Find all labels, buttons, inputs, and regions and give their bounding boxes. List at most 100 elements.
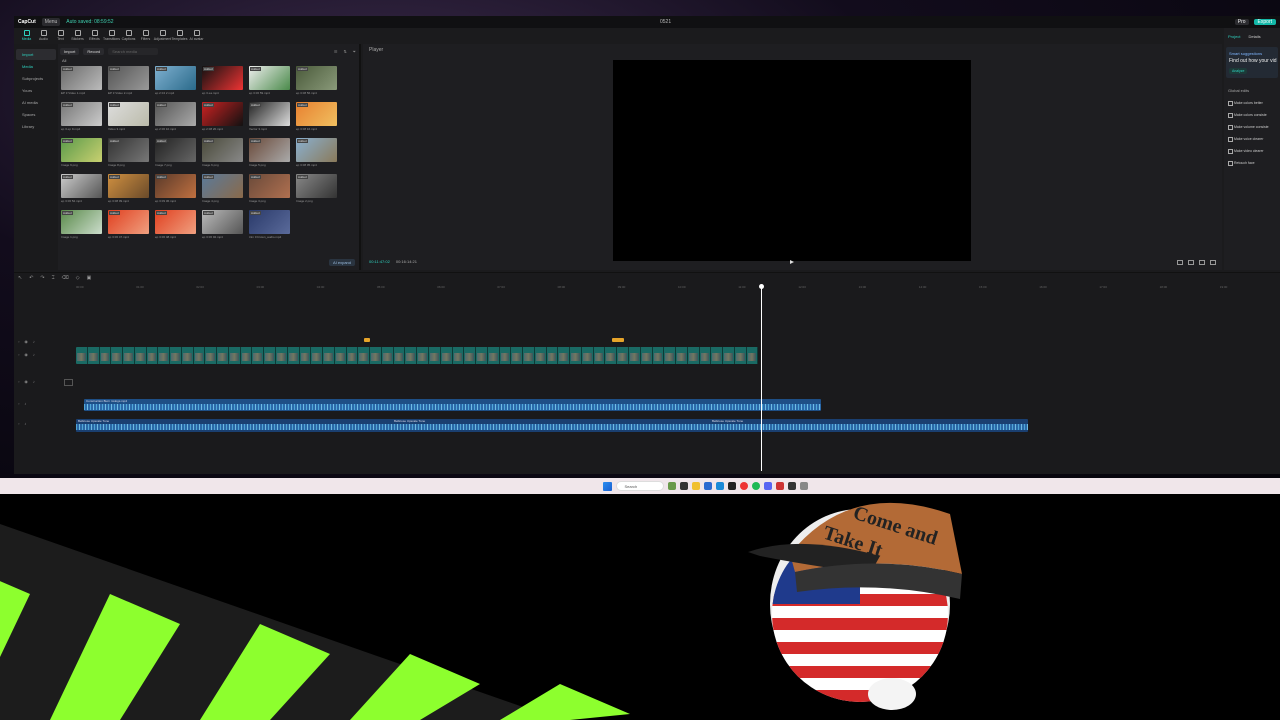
- video-clip[interactable]: [323, 347, 335, 364]
- record-button[interactable]: Record: [83, 47, 105, 55]
- cover-thumbnail[interactable]: [64, 379, 73, 386]
- global-edit-volume-consistent[interactable]: Make volume consiste: [1224, 121, 1280, 133]
- lock-icon[interactable]: ▫: [18, 352, 19, 357]
- video-clip[interactable]: [405, 347, 418, 364]
- tool-captions[interactable]: Captions: [120, 28, 137, 44]
- eye-icon[interactable]: ◉: [24, 339, 28, 344]
- media-thumbnail[interactable]: Added ep 3 06 48.mp4: [155, 210, 196, 239]
- video-clip[interactable]: [88, 347, 100, 364]
- timeline-marker[interactable]: [612, 338, 624, 342]
- video-clip[interactable]: [747, 347, 758, 364]
- video-clip[interactable]: [229, 347, 241, 364]
- media-thumbnail[interactable]: Added Vector 3.mp4: [249, 102, 290, 131]
- tool-effects[interactable]: Effects: [86, 28, 103, 44]
- sort-icon[interactable]: ⇅: [343, 49, 346, 54]
- video-clip[interactable]: [311, 347, 324, 364]
- video-clip[interactable]: [264, 347, 277, 364]
- media-thumbnail[interactable]: Added Image 4.png: [202, 174, 243, 203]
- video-clip[interactable]: [500, 347, 512, 364]
- video-clip[interactable]: [641, 347, 653, 364]
- main-video-track[interactable]: [76, 347, 758, 364]
- media-thumbnail[interactable]: Added Image 9.png: [61, 138, 102, 167]
- discord-icon[interactable]: [763, 482, 772, 490]
- media-thumbnail[interactable]: Added Image 6.png: [202, 138, 243, 167]
- video-clip[interactable]: [664, 347, 677, 364]
- select-tool-icon[interactable]: ↖: [18, 275, 22, 281]
- video-clip[interactable]: [535, 347, 547, 364]
- video-clip[interactable]: [194, 347, 206, 364]
- task-view-icon[interactable]: [679, 482, 688, 490]
- volume-icon[interactable]: ♪: [24, 401, 26, 406]
- tool-filters[interactable]: Filters: [137, 28, 154, 44]
- video-clip[interactable]: [676, 347, 688, 364]
- sidenav-import[interactable]: Import: [16, 49, 56, 60]
- video-clip[interactable]: [523, 347, 535, 364]
- media-filter-all[interactable]: All: [62, 58, 66, 63]
- app-icon[interactable]: [775, 482, 784, 490]
- mute-icon[interactable]: ♪: [33, 339, 35, 344]
- eye-icon[interactable]: ◉: [24, 352, 28, 357]
- timeline-marker[interactable]: [364, 338, 370, 342]
- undo-icon[interactable]: ↶: [29, 275, 33, 281]
- media-thumbnail[interactable]: Added ep 3 06 59.mp4: [249, 66, 290, 95]
- video-clip[interactable]: [653, 347, 665, 364]
- sidenav-yours[interactable]: Yours: [16, 85, 56, 96]
- ratio-icon[interactable]: [1177, 260, 1183, 265]
- sidenav-spaces[interactable]: Spaces: [16, 109, 56, 120]
- menu-button[interactable]: Menu: [41, 18, 61, 26]
- widgets-icon[interactable]: [667, 482, 676, 490]
- lock-icon[interactable]: ▫: [18, 339, 19, 344]
- video-clip[interactable]: [605, 347, 618, 364]
- media-thumbnail[interactable]: Added Image 2.png: [296, 174, 337, 203]
- media-thumbnail[interactable]: Added ep 3 ea.mp4: [202, 66, 243, 95]
- capcut-icon[interactable]: [727, 482, 736, 490]
- audio-clip-construction[interactable]: Construction Burn mxlogs.mp4: [84, 399, 821, 411]
- media-thumbnail[interactable]: Added ep 3 06 47.mp4: [108, 210, 149, 239]
- media-thumbnail[interactable]: Added ep 3 08 09.mp4: [108, 174, 149, 203]
- video-clip[interactable]: [111, 347, 124, 364]
- video-clip[interactable]: [288, 347, 300, 364]
- lock-icon[interactable]: ▫: [18, 379, 19, 384]
- media-thumbnail[interactable]: Added Image 3.png: [249, 174, 290, 203]
- sidenav-subprojects[interactable]: Subprojects: [16, 73, 56, 84]
- video-clip[interactable]: [511, 347, 524, 364]
- media-thumbnail[interactable]: Added Image 8.png: [108, 138, 149, 167]
- video-clip[interactable]: [135, 347, 147, 364]
- video-clip[interactable]: [547, 347, 559, 364]
- video-clip[interactable]: [147, 347, 159, 364]
- media-thumbnail[interactable]: Added EP 3 Video 2.mp4: [108, 66, 149, 95]
- video-clip[interactable]: [370, 347, 382, 364]
- video-clip[interactable]: [441, 347, 453, 364]
- video-clip[interactable]: [382, 347, 394, 364]
- video-clip[interactable]: [158, 347, 171, 364]
- ai-expand-button[interactable]: AI expand: [328, 259, 355, 266]
- video-clip[interactable]: [464, 347, 477, 364]
- spotify-icon[interactable]: [751, 482, 760, 490]
- video-clip[interactable]: [335, 347, 347, 364]
- video-clip[interactable]: [76, 347, 88, 364]
- video-clip[interactable]: [453, 347, 465, 364]
- analyze-button[interactable]: Analyze: [1229, 68, 1248, 74]
- tool-media[interactable]: Media: [18, 28, 35, 44]
- chrome-icon[interactable]: [739, 482, 748, 490]
- media-search-input[interactable]: Search media: [108, 47, 159, 55]
- lock-icon[interactable]: ▫: [18, 421, 19, 426]
- media-thumbnail[interactable]: Added ep 3 06 02.mp4: [202, 210, 243, 239]
- tool-adjustment[interactable]: Adjustment: [154, 28, 171, 44]
- media-thumbnail[interactable]: Added ep 3 06 52.mp4: [61, 174, 102, 203]
- obs-icon[interactable]: [787, 482, 796, 490]
- media-thumbnail[interactable]: Added ep 3 ep 9.mp4: [61, 102, 102, 131]
- audio-clip-music[interactable]: Bellicose Upscale Tune Bellicose Upscale…: [76, 419, 1028, 432]
- media-thumbnail[interactable]: Added Image 1.png: [61, 210, 102, 239]
- media-thumbnail[interactable]: Added Image 5.png: [249, 138, 290, 167]
- global-edit-colors-better[interactable]: Make colors better: [1224, 97, 1280, 109]
- video-clip[interactable]: [594, 347, 606, 364]
- media-thumbnail[interactable]: Added trim 0 brown_audio.mp4: [249, 210, 290, 239]
- video-clip[interactable]: [417, 347, 429, 364]
- media-thumbnail[interactable]: Added Video 3.mp4: [108, 102, 149, 131]
- video-clip[interactable]: [617, 347, 629, 364]
- global-edit-colors-consistent[interactable]: Make colors consiste: [1224, 109, 1280, 121]
- delete-icon[interactable]: ⌫: [62, 275, 69, 281]
- edge-icon[interactable]: [703, 482, 712, 490]
- video-clip[interactable]: [241, 347, 253, 364]
